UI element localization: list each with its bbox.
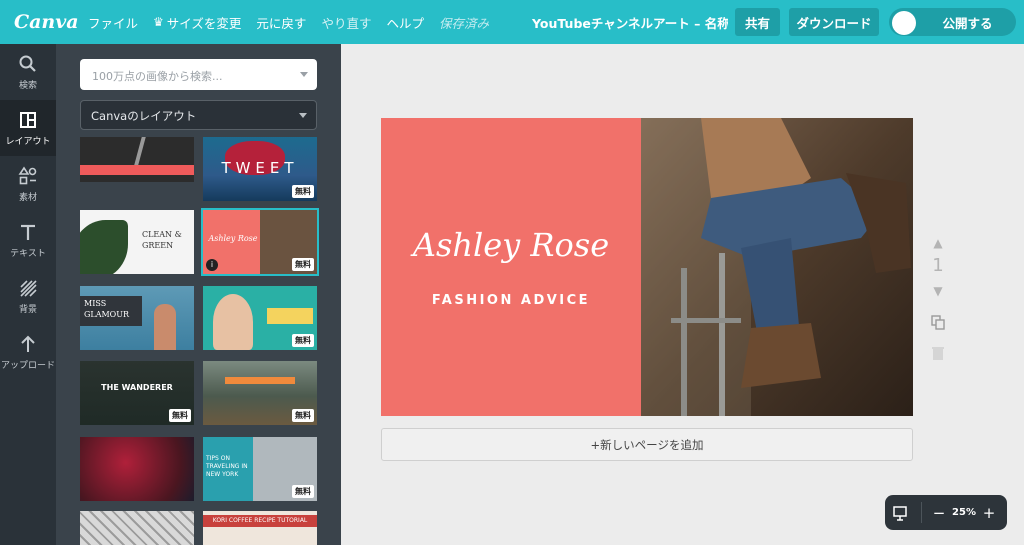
move-page-up-icon[interactable]: ▲	[926, 236, 950, 250]
zoom-level: 25%	[952, 507, 976, 518]
layout-thumbnail-selected[interactable]: Ashley Rose i 無料	[201, 208, 319, 276]
present-icon[interactable]	[885, 505, 915, 521]
nav-label: 素材	[18, 192, 37, 203]
design-subtitle-text[interactable]: FASHION ADVICE	[381, 293, 641, 308]
undo-button[interactable]: 元に戻す	[256, 13, 306, 32]
thumb-figure	[154, 304, 176, 350]
free-badge: 無料	[292, 185, 314, 198]
canva-logo[interactable]: Canva	[14, 11, 79, 33]
thumb-text: MISS	[84, 299, 107, 308]
thumb-text: KORI COFFEE RECIPE TUTORIAL	[203, 515, 317, 527]
design-photo[interactable]	[641, 118, 913, 416]
thumb-label	[267, 308, 313, 324]
duplicate-page-icon[interactable]	[926, 314, 950, 333]
layout-thumbnail[interactable]: TIPS ON TRAVELING IN NEW YORK 無料	[203, 437, 317, 501]
nav-label: 検索	[18, 80, 37, 91]
layout-icon	[20, 111, 36, 128]
thumb-text: CLEAN &	[142, 230, 182, 239]
file-menu[interactable]: ファイル	[88, 13, 138, 32]
zoom-in-button[interactable]: +	[978, 504, 1000, 522]
download-button[interactable]: ダウンロード	[789, 8, 879, 36]
nav-label: 背景	[18, 304, 37, 315]
layout-thumbnail[interactable]: THE WANDERER 無料	[80, 361, 194, 425]
delete-page-icon[interactable]	[926, 345, 950, 364]
upload-icon	[21, 335, 35, 352]
free-badge: 無料	[169, 409, 191, 422]
document-title[interactable]: YouTubeチャンネルアート – 名称未...	[532, 13, 728, 32]
nav-label: レイアウト	[5, 136, 51, 147]
image-search-input[interactable]: 100万点の画像から検索...	[80, 59, 317, 90]
thumb-leaf	[80, 220, 128, 274]
thumb-stripe	[134, 137, 146, 165]
left-nav: 検索 レイアウト 素材 テキスト 背景 アップロード	[0, 44, 56, 545]
design-title-text[interactable]: Ashley Rose	[381, 226, 641, 264]
thumb-text: TWEET	[221, 159, 299, 177]
layout-thumbnail[interactable]	[80, 511, 194, 545]
toggle-knob	[892, 11, 916, 35]
design-canvas[interactable]: Ashley Rose FASHION ADVICE	[381, 118, 913, 416]
save-status: 保存済み	[438, 15, 489, 31]
layout-panel: 100万点の画像から検索... Canvaのレイアウト TWEET 無料 CLE…	[56, 44, 341, 545]
nav-background[interactable]: 背景	[0, 268, 56, 324]
free-badge: 無料	[292, 485, 314, 498]
thumb-text: THE WANDERER	[101, 383, 173, 392]
resize-button[interactable]: ♛ サイズを変更	[153, 13, 241, 32]
nav-layout[interactable]: レイアウト	[0, 100, 56, 156]
layout-thumbnail[interactable]: 無料	[203, 286, 317, 350]
text-icon	[21, 224, 35, 240]
elements-icon	[18, 166, 37, 184]
zoom-divider	[921, 502, 922, 523]
publish-toggle[interactable]: 公開する	[889, 8, 1016, 36]
design-color-block: Ashley Rose FASHION ADVICE	[381, 118, 641, 416]
layout-thumbnail[interactable]: 無料	[203, 361, 317, 425]
layout-thumbnail[interactable]	[80, 137, 194, 182]
free-badge: 無料	[292, 334, 314, 347]
thumb-bar	[80, 165, 194, 175]
chevron-down-icon	[299, 113, 307, 118]
publish-label: 公開する	[942, 15, 993, 31]
search-icon	[19, 55, 36, 72]
share-button[interactable]: 共有	[735, 8, 780, 36]
nav-label: アップロード	[0, 360, 55, 371]
help-menu[interactable]: ヘルプ	[386, 13, 424, 32]
nav-search[interactable]: 検索	[0, 44, 56, 100]
background-icon	[20, 279, 37, 297]
free-badge: 無料	[292, 409, 314, 422]
thumb-text: Ashley Rose	[208, 234, 258, 243]
crown-icon: ♛	[153, 15, 164, 29]
layout-thumbnail[interactable]: KORI COFFEE RECIPE TUTORIAL	[203, 511, 317, 545]
info-icon[interactable]: i	[206, 259, 218, 271]
nav-upload[interactable]: アップロード	[0, 324, 56, 380]
thumb-text: GREEN	[142, 241, 174, 250]
top-bar: Canva ファイル ♛ サイズを変更 元に戻す やり直す ヘルプ 保存済み Yo…	[0, 0, 1024, 44]
zoom-control: − 25% +	[885, 495, 1007, 530]
free-badge: 無料	[292, 258, 314, 271]
page-number: 1	[932, 255, 944, 276]
search-placeholder: 100万点の画像から検索...	[92, 70, 223, 83]
thumb-bar	[225, 377, 295, 384]
category-label: Canvaのレイアウト	[91, 109, 197, 123]
layout-thumbnail[interactable]: TWEET 無料	[203, 137, 317, 201]
main-menu: ファイル ♛ サイズを変更 元に戻す やり直す ヘルプ 保存済み	[88, 13, 504, 32]
nav-text[interactable]: テキスト	[0, 212, 56, 268]
redo-button[interactable]: やり直す	[321, 13, 371, 32]
resize-label: サイズを変更	[166, 15, 242, 31]
thumb-text: TIPS ON TRAVELING IN NEW YORK	[206, 455, 248, 478]
layout-thumbnail[interactable]: CLEAN & GREEN	[80, 210, 194, 274]
layout-thumbnail[interactable]	[80, 437, 194, 501]
layout-thumbnail[interactable]: MISS GLAMOUR	[80, 286, 194, 350]
nav-elements[interactable]: 素材	[0, 156, 56, 212]
move-page-down-icon[interactable]: ▼	[926, 284, 950, 298]
thumb-face	[213, 294, 253, 350]
chevron-down-icon	[300, 72, 308, 77]
zoom-out-button[interactable]: −	[928, 504, 950, 522]
thumb-text: GLAMOUR	[84, 310, 129, 319]
layout-category-select[interactable]: Canvaのレイアウト	[80, 100, 317, 130]
add-page-button[interactable]: +新しいページを追加	[381, 428, 913, 461]
nav-label: テキスト	[10, 248, 46, 259]
